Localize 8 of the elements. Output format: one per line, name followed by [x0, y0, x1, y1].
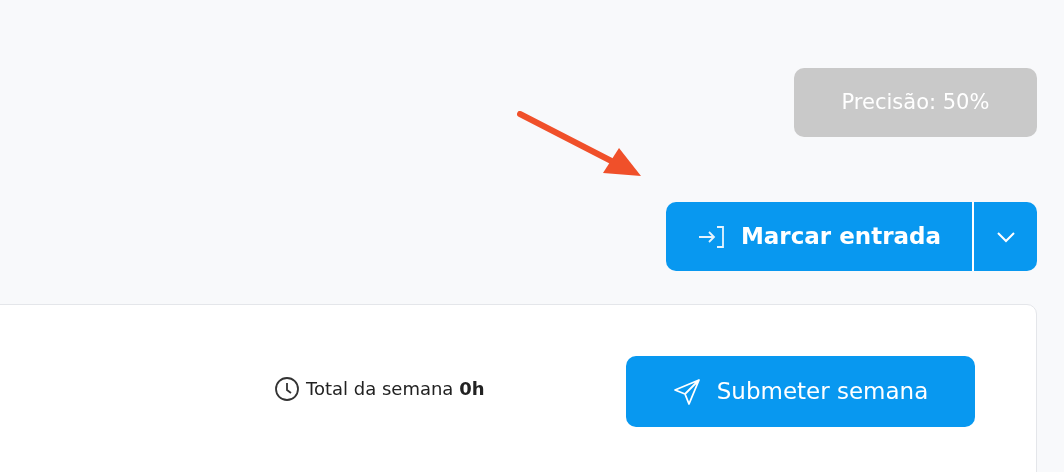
submit-week-button[interactable]: Submeter semana	[626, 356, 975, 427]
week-total-text: Total da semana 0h	[306, 377, 485, 401]
caret-icon	[995, 230, 1016, 243]
dropdown-button[interactable]	[974, 202, 1037, 271]
sign-in-icon	[696, 223, 727, 250]
clock-in-button[interactable]: Marcar entrada	[666, 202, 972, 271]
clock-icon	[274, 375, 300, 402]
send-icon	[672, 377, 701, 406]
